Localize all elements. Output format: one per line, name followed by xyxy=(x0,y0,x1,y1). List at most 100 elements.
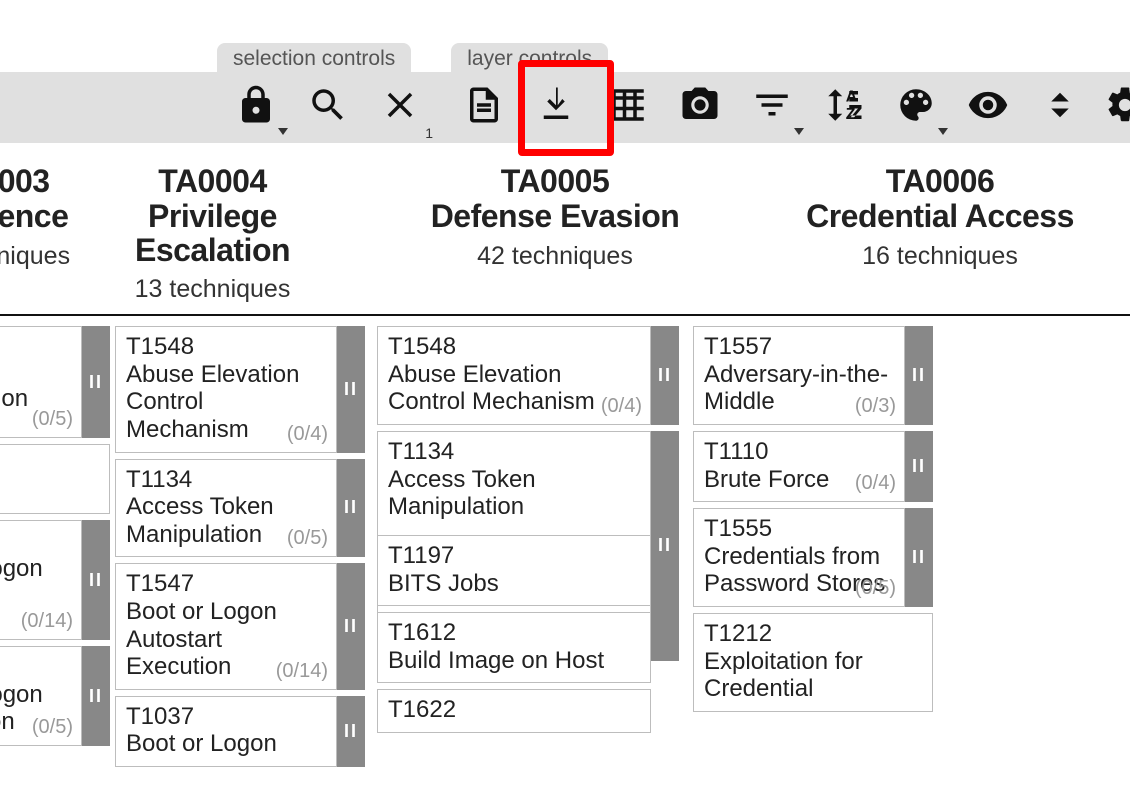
expand-handle[interactable]: II xyxy=(905,508,933,607)
tab-selection-controls[interactable]: selection controls xyxy=(217,43,411,73)
badge-count: 1 xyxy=(425,125,433,141)
technique-card[interactable]: T1197 BITS Jobs xyxy=(377,535,651,606)
camera-icon xyxy=(679,84,721,131)
expand-handle[interactable]: II xyxy=(82,326,110,438)
technique-subcount: (0/5) xyxy=(32,408,73,431)
tab-layer-controls[interactable]: layer controls xyxy=(451,43,608,73)
technique-name: Boot or Logon xyxy=(126,730,326,758)
lock-icon xyxy=(235,84,277,131)
technique-name: s xyxy=(0,471,99,499)
technique-card[interactable]: ation (0/5) xyxy=(0,326,82,438)
technique-card[interactable]: T1612 Build Image on Host xyxy=(377,612,651,683)
technique-subcount: (0/5) xyxy=(855,577,896,600)
layer-info-button[interactable] xyxy=(448,73,520,143)
column-ta0005: T1548 Abuse Elevation Control Mechanism … xyxy=(377,326,679,767)
technique-id: T1622 xyxy=(388,696,640,724)
selection-controls-group: 1 xyxy=(220,72,436,143)
color-button[interactable] xyxy=(880,73,952,143)
tactic-id: TA0005 xyxy=(365,163,745,200)
svg-text:Z: Z xyxy=(846,106,856,123)
technique-name: Build Image on Host xyxy=(388,647,640,675)
eye-icon xyxy=(967,84,1009,131)
technique-card[interactable]: T1134 Access Token Manipulation (0/5) xyxy=(115,459,337,558)
expand-handle[interactable]: II xyxy=(651,431,679,661)
technique-card[interactable]: T1547 Boot or Logon Autostart Execution … xyxy=(115,563,337,689)
technique-subcount: (0/14) xyxy=(21,610,73,633)
settings-button[interactable] xyxy=(1096,73,1130,143)
technique-name: BITS Jobs xyxy=(388,570,640,598)
technique-id: T1197 xyxy=(388,542,640,570)
camera-button[interactable] xyxy=(664,73,736,143)
lock-button[interactable] xyxy=(220,73,292,143)
technique-id: T1110 xyxy=(704,438,894,466)
technique-id: T1134 xyxy=(388,438,640,466)
expand-handle[interactable]: II xyxy=(337,696,365,767)
column-ta0003: ation (0/5) II s Logon t n (0/14) II xyxy=(0,326,110,767)
sort-button[interactable]: AZ xyxy=(808,73,880,143)
column-ta0006: T1557 Adversary-in-the-Middle (0/3) II T… xyxy=(693,326,933,767)
tactic-name: Credential Access xyxy=(765,200,1115,234)
technique-id: T1548 xyxy=(388,333,640,361)
technique-id: T1548 xyxy=(126,333,326,361)
column-header-ta0006[interactable]: TA0006 Credential Access 16 techniques xyxy=(755,143,1125,314)
download-icon xyxy=(535,84,577,131)
chevron-down-icon xyxy=(938,128,948,135)
technique-card[interactable]: T1555 Credentials from Password Stores (… xyxy=(693,508,905,607)
tactic-id: 0003 xyxy=(0,163,60,200)
technique-subcount: (0/14) xyxy=(276,660,328,683)
technique-card[interactable]: T1110 Brute Force (0/4) xyxy=(693,431,905,502)
deselect-button[interactable]: 1 xyxy=(364,73,436,143)
technique-subcount: (0/5) xyxy=(287,527,328,550)
expand-bars-icon: II xyxy=(658,365,672,386)
tactic-id: TA0004 xyxy=(80,163,345,200)
download-button[interactable] xyxy=(520,73,592,143)
expand-handle[interactable]: II xyxy=(337,326,365,452)
technique-card[interactable]: T1622 xyxy=(377,689,651,733)
expand-button[interactable] xyxy=(1024,73,1096,143)
search-button[interactable] xyxy=(292,73,364,143)
expand-bars-icon: II xyxy=(344,721,358,742)
filter-icon xyxy=(751,84,793,131)
gear-icon xyxy=(1096,84,1130,131)
tactic-name: Defense Evasion xyxy=(365,200,745,234)
tactic-count: 42 techniques xyxy=(365,242,745,271)
technique-card[interactable]: T1557 Adversary-in-the-Middle (0/3) xyxy=(693,326,905,425)
expand-bars-icon: II xyxy=(344,616,358,637)
expand-handle[interactable]: II xyxy=(337,459,365,558)
technique-card[interactable]: Logon tion (0/5) xyxy=(0,646,82,746)
tactic-count: chniques xyxy=(0,242,60,271)
expand-handle[interactable]: II xyxy=(651,326,679,425)
technique-card[interactable]: s xyxy=(0,444,110,514)
svg-text:A: A xyxy=(846,89,857,106)
technique-id: T1557 xyxy=(704,333,894,361)
technique-card[interactable]: T1212 Exploitation for Credential xyxy=(693,613,933,712)
technique-name: Exploitation for Credential xyxy=(704,648,922,703)
technique-card[interactable]: T1037 Boot or Logon xyxy=(115,696,337,767)
matrix-config-button[interactable] xyxy=(592,73,664,143)
toolbar: 1 xyxy=(0,72,1130,143)
tactic-count: 16 techniques xyxy=(765,242,1115,271)
filter-button[interactable] xyxy=(736,73,808,143)
tactic-name: stence xyxy=(0,200,60,234)
technique-subcount: (0/3) xyxy=(855,395,896,418)
tactic-id: TA0006 xyxy=(765,163,1115,200)
column-header-ta0004[interactable]: TA0004 Privilege Escalation 13 technique… xyxy=(70,143,355,314)
expand-handle[interactable]: II xyxy=(905,326,933,425)
sort-az-icon: AZ xyxy=(823,84,865,131)
technique-card[interactable]: T1548 Abuse Elevation Control Mechanism … xyxy=(377,326,651,425)
expand-bars-icon: II xyxy=(658,535,672,556)
column-ta0004: T1548 Abuse Elevation Control Mechanism … xyxy=(115,326,365,767)
expand-handle[interactable]: II xyxy=(82,646,110,746)
technique-subcount: (0/4) xyxy=(287,423,328,446)
expand-handle[interactable]: II xyxy=(905,431,933,502)
expand-handle[interactable]: II xyxy=(82,520,110,640)
visibility-button[interactable] xyxy=(952,73,1024,143)
column-header-ta0005[interactable]: TA0005 Defense Evasion 42 techniques xyxy=(355,143,755,314)
technique-name: Access Token Manipulation xyxy=(388,466,640,521)
expand-bars-icon: II xyxy=(89,570,103,591)
expand-bars-icon: II xyxy=(89,686,103,707)
expand-handle[interactable]: II xyxy=(337,563,365,689)
technique-card[interactable]: T1548 Abuse Elevation Control Mechanism … xyxy=(115,326,337,452)
technique-card[interactable]: Logon t n (0/14) xyxy=(0,520,82,640)
column-header-ta0003[interactable]: 0003 stence chniques xyxy=(0,143,70,314)
